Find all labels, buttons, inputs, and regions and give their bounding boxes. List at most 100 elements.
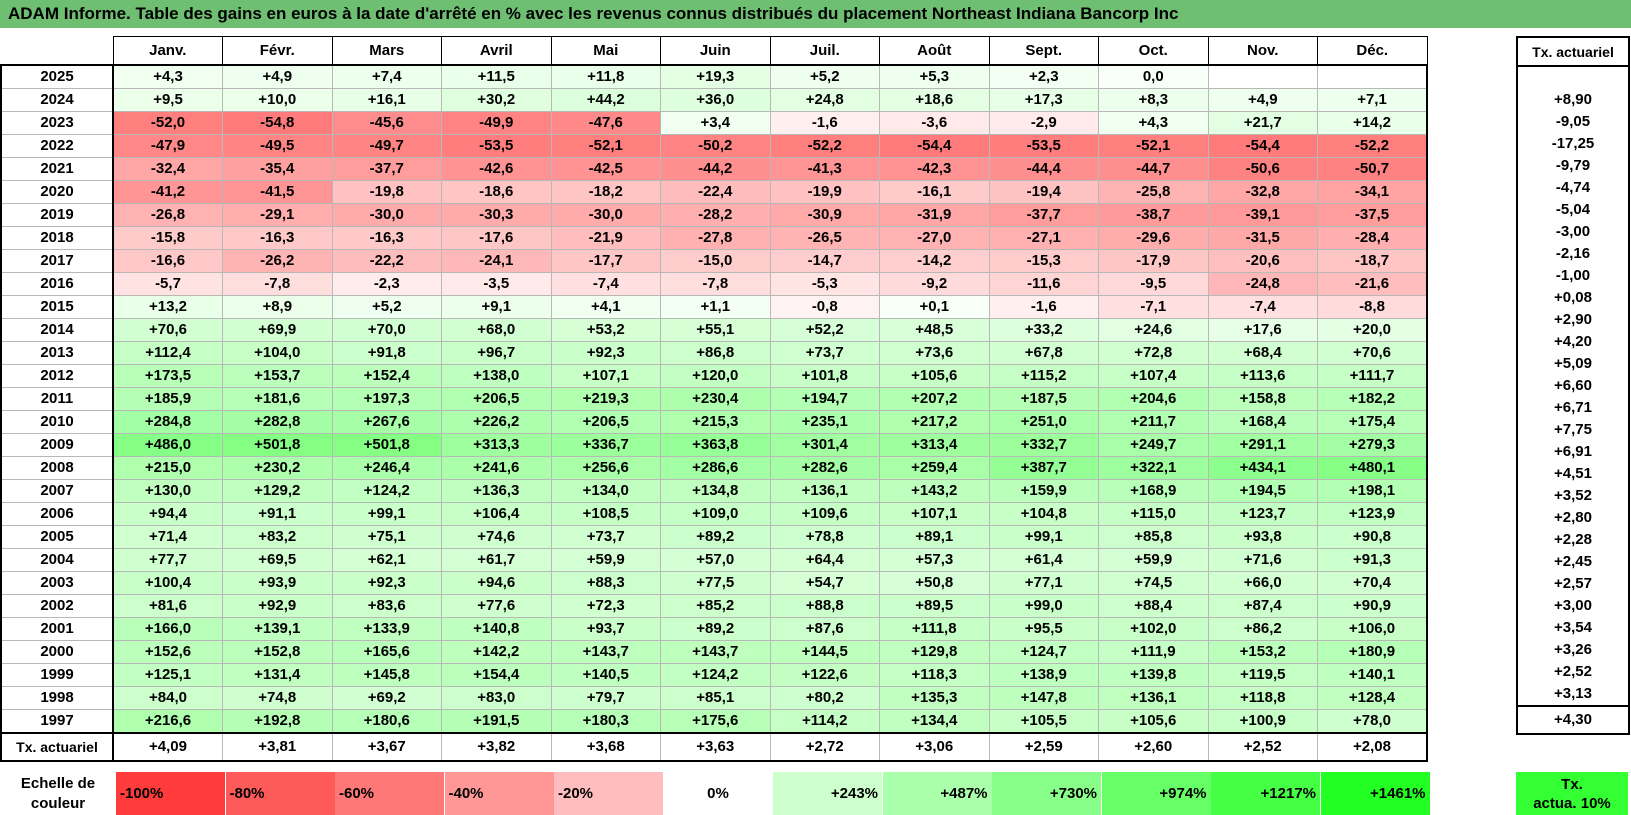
actuarial-row: +2,57 (1516, 573, 1630, 595)
gain-cell: +131,4 (222, 663, 333, 687)
year-cell: 1997 (0, 709, 114, 734)
gain-cell: +219,3 (550, 387, 661, 411)
gain-cell: +89,2 (660, 525, 771, 549)
gain-cell: +204,6 (1098, 387, 1209, 411)
gain-cell: -19,8 (331, 180, 442, 204)
gain-cell: +57,3 (879, 548, 990, 572)
gain-cell: -3,6 (879, 111, 990, 135)
gain-cell: +24,6 (1098, 318, 1209, 342)
totals-cell: +3,68 (550, 732, 661, 762)
gain-cell: -7,8 (222, 272, 333, 296)
color-scale-swatch: +1461% (1320, 772, 1430, 815)
month-header: Sept. (988, 36, 1099, 66)
gain-cell: +180,6 (331, 709, 442, 734)
gain-cell: +123,7 (1207, 502, 1318, 526)
color-scale-swatch: -40% (444, 772, 554, 815)
gain-cell: +95,5 (988, 617, 1099, 641)
gain-cell: +69,9 (222, 318, 333, 342)
table-row: 2008 +215,0 +230,2 +246,4 +241,6 +256,6 +286,6… (0, 456, 1428, 480)
color-scale-label-line2: couleur (30, 795, 86, 812)
gain-cell: +166,0 (112, 617, 223, 641)
gain-cell: +124,2 (660, 663, 771, 687)
gain-cell: +192,8 (222, 709, 333, 734)
actuarial-row: -9,05 (1516, 111, 1630, 133)
gain-cell: +136,1 (769, 479, 880, 503)
actuarial-row: -9,79 (1516, 155, 1630, 177)
actuarial-row: +6,60 (1516, 375, 1630, 397)
gain-cell: +85,8 (1098, 525, 1209, 549)
actuarial-cell: +8,90 (1516, 89, 1630, 111)
table-row: 2018 -15,8 -16,3 -16,3 -17,6 -21,9 -27,8 -26,5-… (0, 226, 1428, 250)
gain-cell: -30,3 (441, 203, 552, 227)
gain-cell: +77,6 (441, 594, 552, 618)
gain-cell: +115,0 (1098, 502, 1209, 526)
gain-cell: -7,1 (1098, 295, 1209, 319)
gain-cell: +140,1 (1317, 663, 1428, 687)
gain-cell: -18,7 (1317, 249, 1428, 273)
gain-cell: +87,4 (1207, 594, 1318, 618)
color-scale-swatch: -20% (554, 772, 663, 815)
gain-cell: -16,3 (331, 226, 442, 250)
actuarial-row: +3,26 (1516, 639, 1630, 661)
gain-cell: -17,6 (441, 226, 552, 250)
gain-cell: +53,2 (550, 318, 661, 342)
gain-cell: +77,1 (988, 571, 1099, 595)
year-cell: 1998 (0, 686, 114, 710)
gain-cell: +246,4 (331, 456, 442, 480)
gain-cell: -16,1 (879, 180, 990, 204)
gain-cell: +175,6 (660, 709, 771, 734)
gain-cell: +267,6 (331, 410, 442, 434)
gain-cell: -39,1 (1207, 203, 1318, 227)
actuarial-row: +0,08 (1516, 287, 1630, 309)
gain-cell: -37,7 (331, 157, 442, 181)
gain-cell: -16,6 (112, 249, 223, 273)
table-row: 2006 +94,4 +91,1 +99,1 +106,4 +108,5 +109,0 +10… (0, 502, 1428, 526)
gain-cell: -44,4 (988, 157, 1099, 181)
gain-cell: +0,1 (879, 295, 990, 319)
gain-cell: +130,0 (112, 479, 223, 503)
actuarial-cell: +6,71 (1516, 397, 1630, 419)
gain-cell: +100,9 (1207, 709, 1318, 734)
table-row: 2012 +173,5 +153,7 +152,4 +138,0 +107,1 +120,0… (0, 364, 1428, 388)
gain-cell: +5,3 (879, 64, 990, 89)
gain-cell: +145,8 (331, 663, 442, 687)
year-cell: 2002 (0, 594, 114, 618)
actuarial-cell: -9,05 (1516, 111, 1630, 133)
table-row: 2015 +13,2 +8,9 +5,2 +9,1 +4,1 +1,1 -0,8 +0,1 -1,… (0, 295, 1428, 319)
gain-cell: +217,2 (879, 410, 990, 434)
gain-cell: -54,4 (1207, 134, 1318, 158)
gain-cell: +291,1 (1207, 433, 1318, 457)
gain-cell: +77,5 (660, 571, 771, 595)
actuarial-scale-line1: Tx. (1561, 776, 1583, 793)
actuarial-row: -4,74 (1516, 177, 1630, 199)
year-cell: 2012 (0, 364, 114, 388)
gain-cell: -18,6 (441, 180, 552, 204)
gain-cell: -26,5 (769, 226, 880, 250)
gain-cell: +88,3 (550, 571, 661, 595)
table-row: 2021 -32,4 -35,4 -37,7 -42,6 -42,5 -44,2 -41,3-… (0, 157, 1428, 181)
gain-cell: +118,8 (1207, 686, 1318, 710)
actuarial-cell: -17,25 (1516, 133, 1630, 155)
actuarial-cell: -1,00 (1516, 265, 1630, 287)
gain-cell: +180,9 (1317, 640, 1428, 664)
gain-cell: -2,9 (988, 111, 1099, 135)
gain-cell: +153,2 (1207, 640, 1318, 664)
gain-cell: +10,0 (222, 88, 333, 112)
gain-cell: +105,6 (1098, 709, 1209, 734)
year-cell: 2024 (0, 88, 114, 112)
gain-cell: +74,8 (222, 686, 333, 710)
gain-cell: -50,6 (1207, 157, 1318, 181)
gain-cell: +9,1 (441, 295, 552, 319)
gain-cell: +73,7 (769, 341, 880, 365)
gain-cell: +282,8 (222, 410, 333, 434)
gain-cell: +13,2 (112, 295, 223, 319)
gain-cell: -52,1 (550, 134, 661, 158)
actuarial-row: +2,45 (1516, 551, 1630, 573)
gain-cell: +61,4 (988, 548, 1099, 572)
gain-cell: -20,6 (1207, 249, 1318, 273)
gain-cell: -45,6 (331, 111, 442, 135)
gain-cell: -5,7 (112, 272, 223, 296)
gain-cell: +123,9 (1317, 502, 1428, 526)
gain-cell: +332,7 (988, 433, 1099, 457)
gain-cell: +125,1 (112, 663, 223, 687)
